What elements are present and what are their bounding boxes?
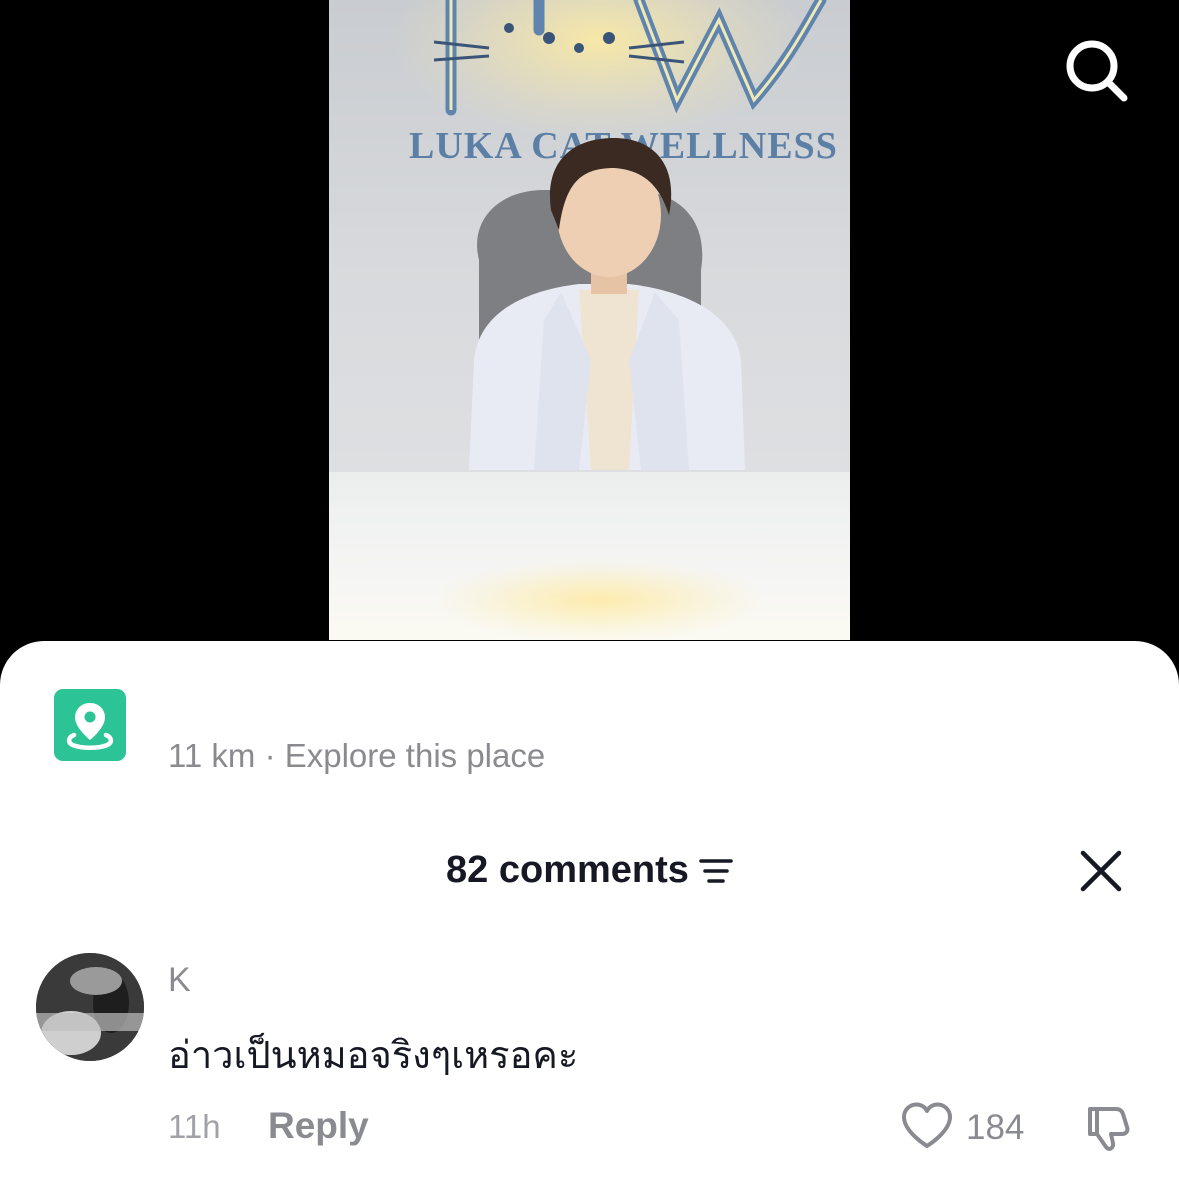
avatar-image [36, 953, 144, 1061]
like-button[interactable] [900, 1101, 954, 1151]
comment-text: อ่าวเป็นหมอจริงๆเหรอคะ [168, 1035, 579, 1077]
comments-header: 82 comments [0, 848, 1179, 892]
comments-count: 82 comments [446, 849, 689, 892]
thumbs-down-icon [1088, 1107, 1130, 1151]
video-player[interactable]: LUKA CAT WELLNESS [329, 0, 850, 640]
search-icon [1066, 40, 1128, 102]
map-pin-icon [66, 703, 114, 750]
tiktok-video-screen: LUKA CAT WELLNESS 11 km · Explore this p… [0, 0, 1179, 1180]
close-comments-button[interactable] [1078, 848, 1124, 894]
sort-filter-icon[interactable] [699, 856, 733, 886]
reply-button[interactable]: Reply [268, 1105, 369, 1147]
comments-sheet: 11 km · Explore this place 82 comments K… [0, 641, 1179, 1180]
heart-outline-icon [902, 1102, 952, 1148]
avatar[interactable] [36, 953, 144, 1061]
dislike-button[interactable] [1080, 1103, 1132, 1155]
comment-timestamp: 11h [168, 1108, 221, 1145]
place-distance-link[interactable]: 11 km · Explore this place [168, 737, 545, 775]
like-count: 184 [966, 1108, 1025, 1147]
close-icon [1080, 850, 1122, 892]
search-button[interactable] [1060, 34, 1132, 106]
place-button[interactable] [54, 689, 126, 761]
comment-username[interactable]: K [168, 961, 191, 1000]
table-reflection [439, 560, 759, 640]
